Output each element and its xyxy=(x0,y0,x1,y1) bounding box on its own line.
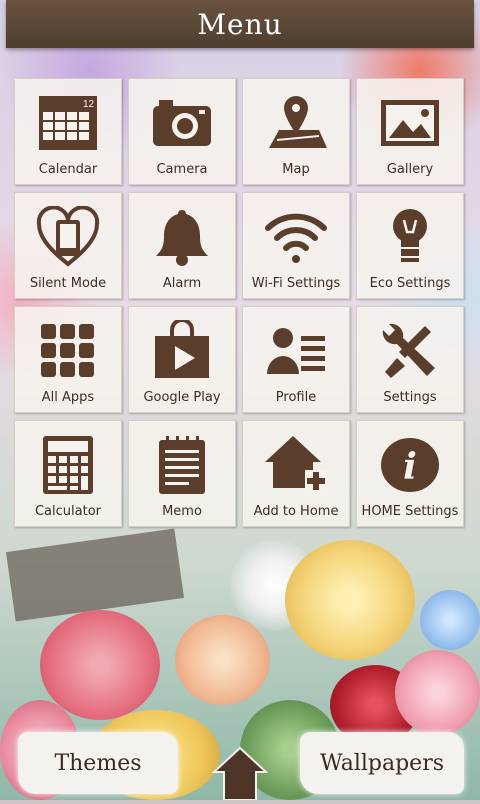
tile-label: Camera xyxy=(156,162,208,177)
tile-label: Google Play xyxy=(143,390,221,405)
tile-map[interactable]: Map xyxy=(242,78,350,185)
svg-text:i: i xyxy=(403,446,417,488)
calendar-icon: 12 xyxy=(33,91,103,155)
tile-calculator[interactable]: Calculator xyxy=(14,420,122,527)
page-title: Menu xyxy=(197,7,283,41)
calendar-date-badge: 12 xyxy=(83,99,95,110)
tile-label: Silent Mode xyxy=(29,276,107,291)
tile-label: Map xyxy=(282,162,310,177)
tile-all-apps[interactable]: All Apps xyxy=(14,306,122,413)
menu-header: Menu xyxy=(6,0,474,48)
camera-icon xyxy=(147,91,217,155)
tile-silent-mode[interactable]: Silent Mode xyxy=(14,192,122,299)
lightbulb-icon xyxy=(375,205,445,269)
memo-icon xyxy=(147,433,217,497)
profile-card-icon xyxy=(261,319,331,383)
tile-label: Memo xyxy=(162,504,202,519)
tile-label: Profile xyxy=(275,390,317,405)
tile-label: Gallery xyxy=(386,162,434,177)
tile-home-settings[interactable]: i HOME Settings xyxy=(356,420,464,527)
tile-gallery[interactable]: Gallery xyxy=(356,78,464,185)
tools-icon xyxy=(375,319,445,383)
play-bag-icon xyxy=(147,319,217,383)
tile-alarm[interactable]: Alarm xyxy=(128,192,236,299)
phone-heart-icon xyxy=(33,205,103,269)
tile-label: Alarm xyxy=(162,276,202,291)
tile-label: Settings xyxy=(383,390,437,405)
tile-label: HOME Settings xyxy=(361,504,459,519)
tile-google-play[interactable]: Google Play xyxy=(128,306,236,413)
tile-eco-settings[interactable]: Eco Settings xyxy=(356,192,464,299)
app-grid: 12 Calendar Camera Map Gallery Silent Mo… xyxy=(14,78,466,527)
tile-calendar[interactable]: 12 Calendar xyxy=(14,78,122,185)
calculator-icon xyxy=(33,433,103,497)
tile-memo[interactable]: Memo xyxy=(128,420,236,527)
tile-settings[interactable]: Settings xyxy=(356,306,464,413)
bell-icon xyxy=(147,205,217,269)
tile-label: All Apps xyxy=(41,390,95,405)
themes-button[interactable]: Themes xyxy=(18,732,178,794)
gallery-icon xyxy=(375,91,445,155)
tile-add-to-home[interactable]: Add to Home xyxy=(242,420,350,527)
wifi-icon xyxy=(261,205,331,269)
tile-label: Add to Home xyxy=(253,504,339,519)
map-pin-icon xyxy=(261,91,331,155)
tile-profile[interactable]: Profile xyxy=(242,306,350,413)
themes-label: Themes xyxy=(54,750,142,776)
wallpapers-button[interactable]: Wallpapers xyxy=(300,732,464,794)
tile-camera[interactable]: Camera xyxy=(128,78,236,185)
tile-label: Calendar xyxy=(38,162,98,177)
tile-label: Calculator xyxy=(34,504,101,519)
tile-wifi-settings[interactable]: Wi-Fi Settings xyxy=(242,192,350,299)
apps-grid-icon xyxy=(33,319,103,383)
tile-label: Wi-Fi Settings xyxy=(251,276,341,291)
tile-label: Eco Settings xyxy=(369,276,451,291)
home-arrow-icon[interactable] xyxy=(211,746,269,801)
wallpapers-label: Wallpapers xyxy=(320,750,444,776)
house-plus-icon xyxy=(261,433,331,497)
info-icon: i xyxy=(375,433,445,497)
